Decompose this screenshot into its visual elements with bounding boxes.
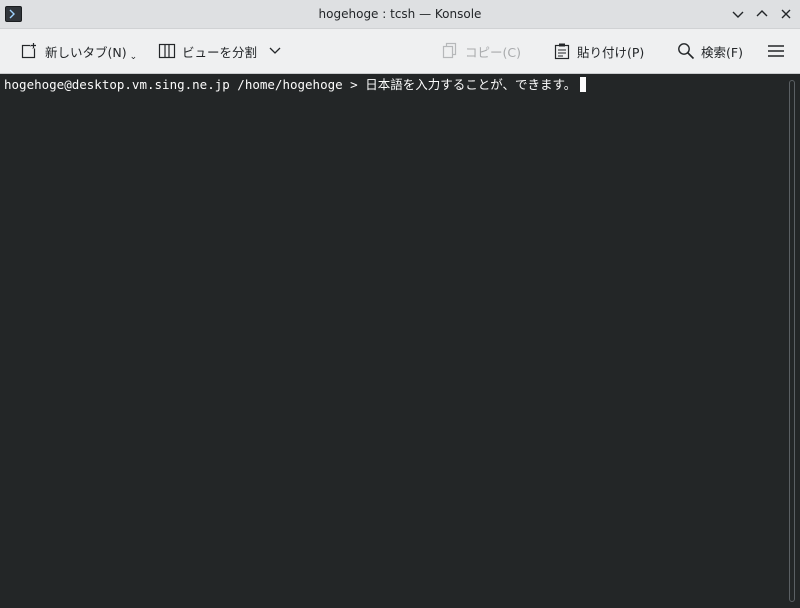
clipboard-icon <box>553 42 571 60</box>
vertical-scrollbar[interactable] <box>785 74 800 608</box>
window-title: hogehoge : tcsh — Konsole <box>318 7 482 21</box>
find-label: 検索(F) <box>701 44 743 60</box>
hamburger-menu-icon <box>767 42 785 60</box>
copy-icon <box>441 42 459 60</box>
terminal-line: hogehoge@desktop.vm.sing.ne.jp /home/hog… <box>4 77 587 93</box>
scrollbar-groove[interactable] <box>789 80 795 602</box>
split-view-label: ビューを分割 <box>182 44 258 60</box>
toolbar: 新しいタブ(N) ⌄ ビューを分割 コピー(C) 貼り付け(P) 検索(F) <box>0 29 800 74</box>
close-button[interactable] <box>778 6 794 22</box>
maximize-button[interactable] <box>754 6 770 22</box>
hamburger-menu-button[interactable] <box>767 29 785 73</box>
shell-prompt: hogehoge@desktop.vm.sing.ne.jp /home/hog… <box>4 77 366 92</box>
title-bar[interactable]: hogehoge : tcsh — Konsole <box>0 0 800 29</box>
split-view-icon <box>158 42 176 60</box>
paste-label: 貼り付け(P) <box>577 44 645 60</box>
paste-button[interactable]: 貼り付け(P) <box>553 29 644 73</box>
new-tab-menu-chevron-icon[interactable]: ⌄ <box>130 52 138 62</box>
text-cursor <box>580 77 587 92</box>
find-button[interactable]: 検索(F) <box>677 29 743 73</box>
new-tab-label: 新しいタブ(N) <box>45 44 127 60</box>
command-input: 日本語を入力することが、できます。 <box>365 77 577 92</box>
close-icon <box>781 9 791 19</box>
new-tab-button[interactable]: 新しいタブ(N) ⌄ <box>21 29 137 73</box>
copy-button[interactable]: コピー(C) <box>441 29 521 73</box>
search-icon <box>677 42 695 60</box>
chevron-down-icon <box>732 11 744 18</box>
split-view-chevron-down-icon[interactable] <box>269 47 281 55</box>
konsole-window: hogehoge : tcsh — Konsole 新しいタブ(N) ⌄ ビュー… <box>0 0 800 608</box>
new-tab-icon <box>21 42 39 60</box>
chevron-up-icon <box>756 10 768 17</box>
copy-label: コピー(C) <box>465 44 521 60</box>
split-view-button[interactable]: ビューを分割 <box>158 29 281 73</box>
minimize-button[interactable] <box>730 6 746 22</box>
terminal-area[interactable]: hogehoge@desktop.vm.sing.ne.jp /home/hog… <box>0 74 785 608</box>
